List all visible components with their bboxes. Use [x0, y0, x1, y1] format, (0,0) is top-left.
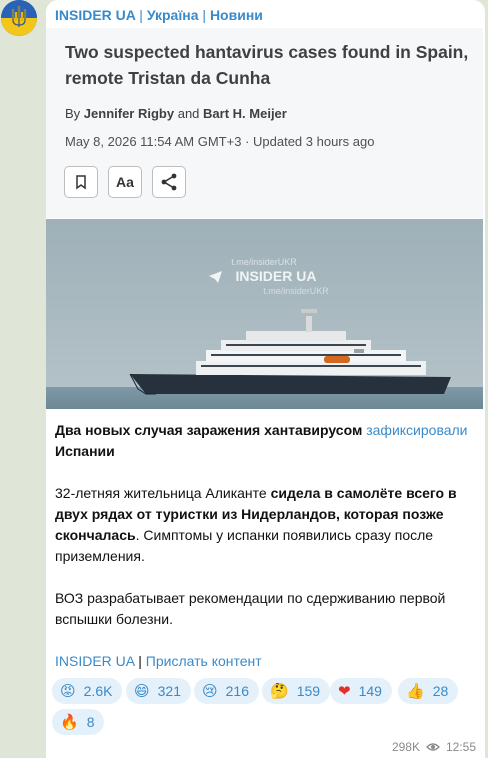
post-paragraph-2: 32-летняя жительница Аликанте сидела в с… — [55, 483, 475, 567]
reaction-cry[interactable]: 😢 216 — [194, 678, 259, 704]
article-title: Two suspected hantavirus cases found in … — [65, 42, 469, 88]
author-1: Jennifer Rigby — [83, 106, 175, 121]
updated-time: · Updated 3 hours ago — [245, 134, 375, 149]
message-meta: 298K 12:55 — [392, 740, 476, 754]
footer-submit-content-link[interactable]: Прислать контент — [146, 653, 262, 669]
reaction-count: 321 — [157, 683, 181, 699]
reaction-angry[interactable]: 😡 2.6K — [52, 678, 123, 704]
reaction-grin[interactable]: 😄 321 — [126, 678, 191, 704]
footer-separator: | — [138, 653, 142, 669]
reaction-count: 28 — [432, 683, 449, 699]
header-separator: | — [202, 7, 207, 23]
watermark-main: INSIDER UA — [236, 268, 317, 284]
reaction-count: 2.6K — [83, 683, 113, 699]
thinking-face-icon: 🤔 — [270, 681, 289, 700]
reaction-count: 159 — [296, 683, 321, 699]
fire-icon: 🔥 — [60, 712, 79, 731]
channel-avatar[interactable] — [1, 0, 37, 36]
font-size-button[interactable]: Aa — [108, 166, 142, 198]
eye-icon — [426, 743, 440, 751]
reaction-count: 149 — [358, 683, 382, 699]
and-word: and — [177, 106, 200, 121]
grinning-face-icon: 😄 — [134, 681, 150, 700]
reaction-heart[interactable]: ❤ 149 — [330, 678, 392, 704]
watermark-bottom: t.me/insiderUKR — [263, 286, 329, 296]
reaction-count: 216 — [225, 683, 249, 699]
article-dateline: May 8, 2026 11:54 AM GMT+3 · Updated 3 h… — [65, 134, 374, 149]
p1-link[interactable]: зафиксировали — [366, 422, 467, 438]
thumbs-up-icon: 👍 — [406, 681, 425, 700]
watermark-top: t.me/insiderUKR — [231, 257, 297, 267]
share-icon — [161, 173, 177, 191]
bookmark-button[interactable] — [64, 166, 98, 198]
channel-name[interactable]: INSIDER UA — [55, 7, 135, 23]
by-prefix: By — [65, 106, 81, 121]
reaction-thinking[interactable]: 🤔 159 — [262, 678, 331, 704]
view-count: 298K — [391, 740, 420, 754]
trident-logo-icon — [1, 0, 37, 36]
ship-photo-image: t.me/insiderUKR INSIDER UA t.me/insiderU… — [46, 219, 483, 409]
article-byline: By Jennifer Rigby and Bart H. Meijer — [65, 106, 287, 121]
author-2: Bart H. Meijer — [203, 106, 287, 121]
publish-date: May 8, 2026 11:54 AM GMT+3 — [65, 134, 242, 149]
post-footer-links: INSIDER UA | Прислать контент — [55, 651, 475, 672]
p1-tail-text: Испании — [55, 443, 115, 459]
p1-bold-text: Два новых случая заражения хантавирусом — [55, 422, 363, 438]
header-separator: | — [139, 7, 143, 23]
reaction-count: 8 — [86, 714, 95, 730]
p2-start-text: 32-летняя жительница Аликанте — [55, 485, 267, 501]
red-heart-icon: ❤ — [338, 681, 351, 700]
message-time: 12:55 — [445, 740, 476, 754]
channel-category-1: Україна — [146, 7, 199, 23]
channel-category-2: Новини — [209, 7, 263, 23]
post-paragraph-3: ВОЗ разрабатывает рекомендации по сдержи… — [55, 590, 446, 627]
post-paragraph-1: Два новых случая заражения хантавирусом … — [55, 420, 475, 462]
post-photo[interactable]: t.me/insiderUKR INSIDER UA t.me/insiderU… — [46, 219, 483, 409]
crying-face-icon: 😢 — [202, 681, 218, 700]
channel-header[interactable]: INSIDER UA | Україна | Новини — [55, 7, 263, 23]
reaction-fire[interactable]: 🔥 8 — [52, 709, 105, 735]
reaction-thumbs-up[interactable]: 👍 28 — [398, 678, 459, 704]
bookmark-icon — [76, 175, 86, 190]
footer-channel-link[interactable]: INSIDER UA — [55, 653, 134, 669]
angry-face-icon: 😡 — [60, 681, 76, 700]
share-button[interactable] — [152, 166, 186, 198]
